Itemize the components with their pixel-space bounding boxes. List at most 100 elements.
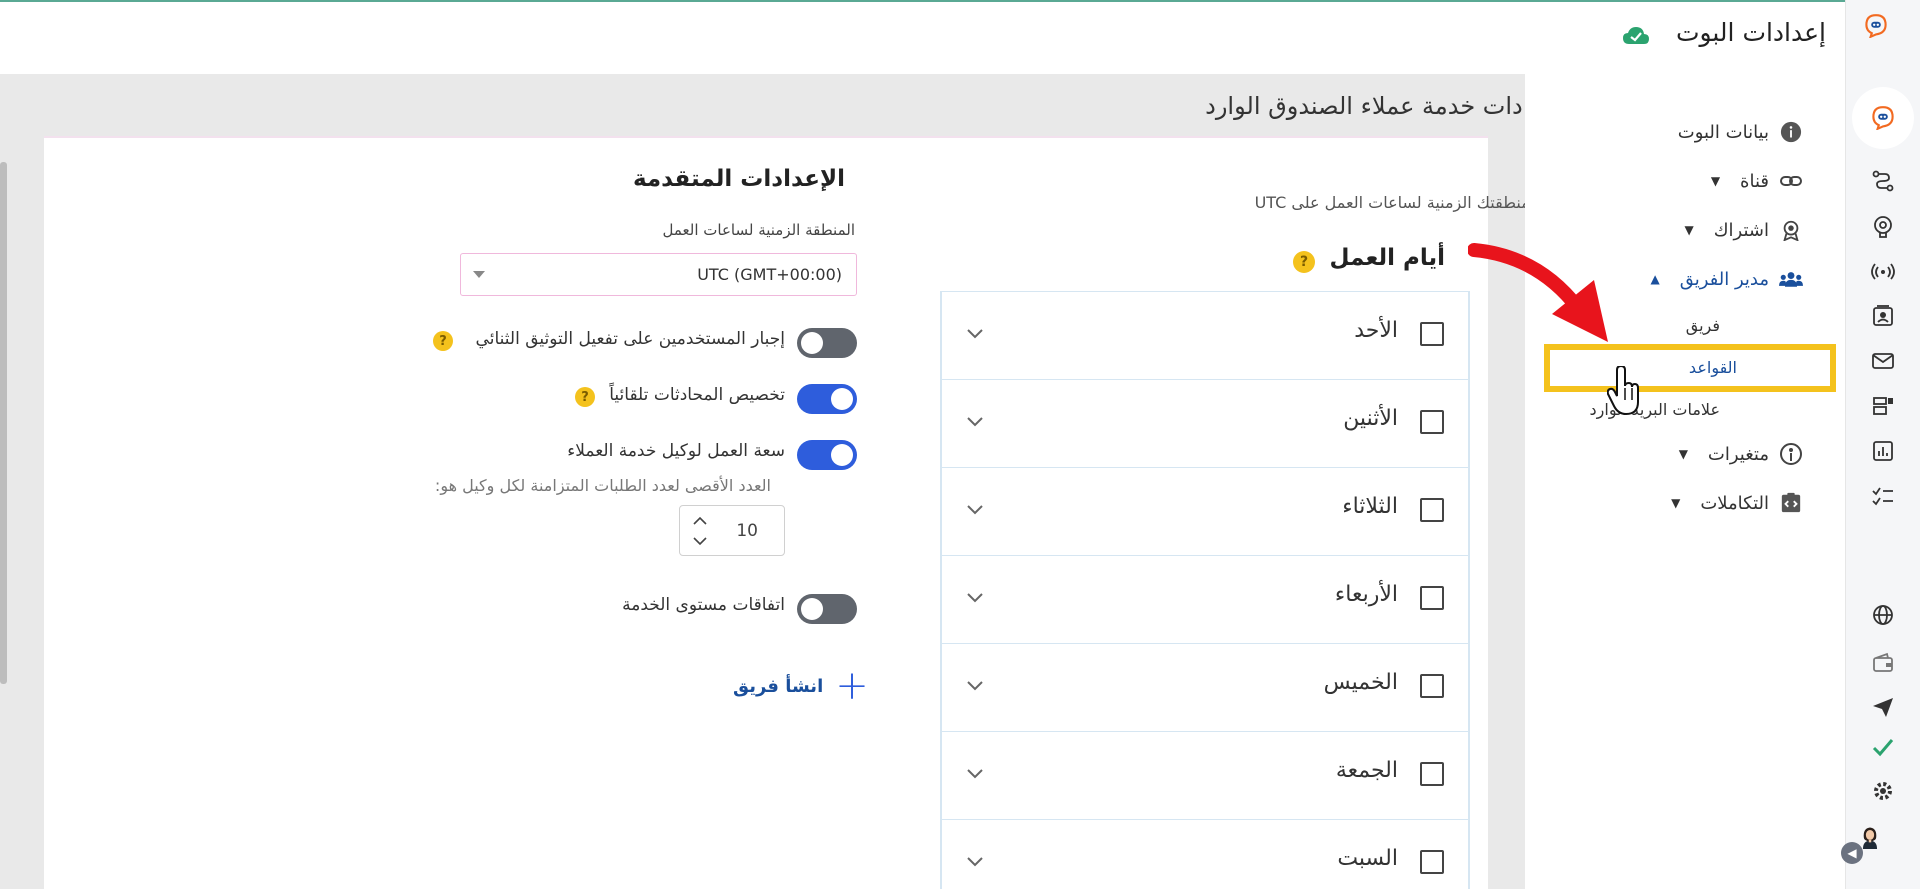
templates-icon[interactable] <box>1864 387 1902 425</box>
sidebar-item-label: متغيرات <box>1707 443 1769 465</box>
hand-cursor-icon <box>1607 366 1639 416</box>
day-row[interactable]: السبت <box>941 820 1469 889</box>
sidebar-item-label: اشتراك <box>1713 219 1769 241</box>
sidebar-item-channel[interactable]: قناة ▼ <box>1711 169 1803 193</box>
day-label: الخميس <box>1323 670 1398 695</box>
sidebar-item-integrations[interactable]: التكاملات ▼ <box>1671 491 1803 515</box>
caret-down-icon: ▼ <box>1710 174 1721 188</box>
user-avatar[interactable] <box>1858 825 1882 849</box>
create-team-label: انشأ فريق <box>733 675 824 697</box>
day-checkbox[interactable] <box>1420 762 1444 786</box>
working-days-title: أيام العمل <box>1329 245 1445 271</box>
sidebar-item-team-manager[interactable]: مدير الفريق ▲ <box>1650 267 1803 291</box>
two-factor-toggle[interactable] <box>797 328 857 358</box>
sla-label: اتفاقات مستوى الخدمة <box>622 595 785 615</box>
scrollbar[interactable] <box>0 162 7 684</box>
collapse-sidebar-button[interactable]: ◀ <box>1841 842 1863 864</box>
sidebar-item-label: مدير الفريق <box>1679 268 1769 290</box>
integration-icon <box>1779 491 1803 515</box>
caret-down-icon: ▼ <box>1684 223 1694 237</box>
working-days-list: الأحد الأثنين الثلاثاء الأربعاء الخميس ا… <box>940 291 1470 889</box>
agent-capacity-toggle[interactable] <box>797 440 857 470</box>
help-icon[interactable]: ? <box>575 387 595 407</box>
chevron-down-icon[interactable] <box>966 764 984 782</box>
capacity-stepper[interactable]: 10 <box>679 505 785 556</box>
chevron-down-icon[interactable] <box>966 588 984 606</box>
caret-up-icon: ▲ <box>1650 272 1660 286</box>
check-icon[interactable] <box>1864 728 1902 766</box>
dropdown-caret-icon <box>473 271 485 278</box>
wallet-icon[interactable] <box>1864 644 1902 682</box>
agent-capacity-label: سعة العمل لوكيل خدمة العملاء <box>567 441 785 461</box>
variable-icon <box>1779 442 1803 466</box>
chevron-down-icon[interactable] <box>692 534 708 548</box>
day-checkbox[interactable] <box>1420 674 1444 698</box>
badge-icon <box>1779 218 1803 242</box>
create-team-button[interactable]: + انشأ فريق <box>733 666 869 706</box>
gear-icon[interactable] <box>1864 772 1902 810</box>
capacity-helper: العدد الأقصى لعدد الطلبات المتزامنة لكل … <box>434 476 771 495</box>
chevron-down-icon[interactable] <box>966 324 984 342</box>
caret-down-icon: ▼ <box>1671 496 1681 510</box>
day-row[interactable]: الجمعة <box>941 732 1469 820</box>
day-checkbox[interactable] <box>1420 410 1444 434</box>
sidebar-item-bot-data[interactable]: بيانات البوت <box>1678 120 1803 144</box>
brain-icon[interactable] <box>1864 207 1902 245</box>
analytics-icon[interactable] <box>1864 432 1902 470</box>
day-label: السبت <box>1337 846 1398 871</box>
header-title: إعدادات البوت <box>1675 18 1826 47</box>
day-checkbox[interactable] <box>1420 850 1444 874</box>
help-icon[interactable]: ? <box>1293 251 1315 273</box>
users-icon <box>1779 267 1803 291</box>
flow-icon[interactable] <box>1864 162 1902 200</box>
day-row[interactable]: الأثنين <box>941 380 1469 468</box>
mail-icon[interactable] <box>1864 342 1902 380</box>
day-checkbox[interactable] <box>1420 586 1444 610</box>
day-row[interactable]: الثلاثاء <box>941 468 1469 556</box>
day-row[interactable]: الأربعاء <box>941 556 1469 644</box>
day-label: الأحد <box>1354 318 1398 343</box>
day-label: الثلاثاء <box>1342 494 1398 519</box>
chevron-down-icon[interactable] <box>966 852 984 870</box>
globe-icon[interactable] <box>1864 596 1902 634</box>
day-label: الأربعاء <box>1334 582 1398 607</box>
top-header <box>0 2 1845 74</box>
chevron-down-icon[interactable] <box>966 412 984 430</box>
timezone-label: المنطقة الزمنية لساعات العمل <box>662 221 856 239</box>
sidebar-item-label: بيانات البوت <box>1677 121 1769 143</box>
two-factor-label: إجبار المستخدمين على تفعيل التوثيق الثنا… <box>475 329 785 349</box>
red-arrow-icon <box>1468 243 1608 342</box>
day-row[interactable]: الأحد <box>941 292 1469 380</box>
chevron-down-icon[interactable] <box>966 676 984 694</box>
day-label: الأثنين <box>1343 406 1398 431</box>
send-icon[interactable] <box>1864 688 1902 726</box>
chevron-down-icon[interactable] <box>966 500 984 518</box>
highlight-box <box>1544 344 1836 392</box>
chevron-up-icon[interactable] <box>692 514 708 528</box>
sidebar-subitem-team[interactable]: فريق <box>1686 316 1720 335</box>
sidebar-item-label: التكاملات <box>1700 492 1769 514</box>
day-row[interactable]: الخميس <box>941 644 1469 732</box>
sidebar-item-label: قناة <box>1740 170 1769 192</box>
sidebar-item-variables[interactable]: متغيرات ▼ <box>1679 442 1803 466</box>
day-label: الجمعة <box>1335 758 1398 783</box>
broadcast-icon[interactable] <box>1864 252 1902 290</box>
page-title: إعدادات خدمة عملاء الصندوق الوارد <box>1205 92 1563 120</box>
bot-avatar[interactable] <box>1852 87 1914 149</box>
info-icon <box>1779 120 1803 144</box>
auto-assign-label: تخصيص المحادثات تلقائياً <box>609 385 785 405</box>
tasks-icon[interactable] <box>1864 477 1902 515</box>
contacts-icon[interactable] <box>1864 297 1902 335</box>
day-checkbox[interactable] <box>1420 498 1444 522</box>
icon-rail <box>1845 0 1920 889</box>
timezone-select[interactable]: UTC (GMT+00:00) <box>460 253 857 296</box>
advanced-settings-title: الإعدادات المتقدمة <box>632 166 845 192</box>
sidebar-nav: بيانات البوت قناة ▼ اشتراك ▼ مدير الفريق… <box>1525 74 1845 889</box>
sidebar-item-subscription[interactable]: اشتراك ▼ <box>1684 218 1803 242</box>
help-icon[interactable]: ? <box>433 331 453 351</box>
sla-toggle[interactable] <box>797 594 857 624</box>
link-icon <box>1779 169 1803 193</box>
auto-assign-toggle[interactable] <box>797 384 857 414</box>
brand-logo-icon[interactable] <box>1864 14 1888 38</box>
day-checkbox[interactable] <box>1420 322 1444 346</box>
